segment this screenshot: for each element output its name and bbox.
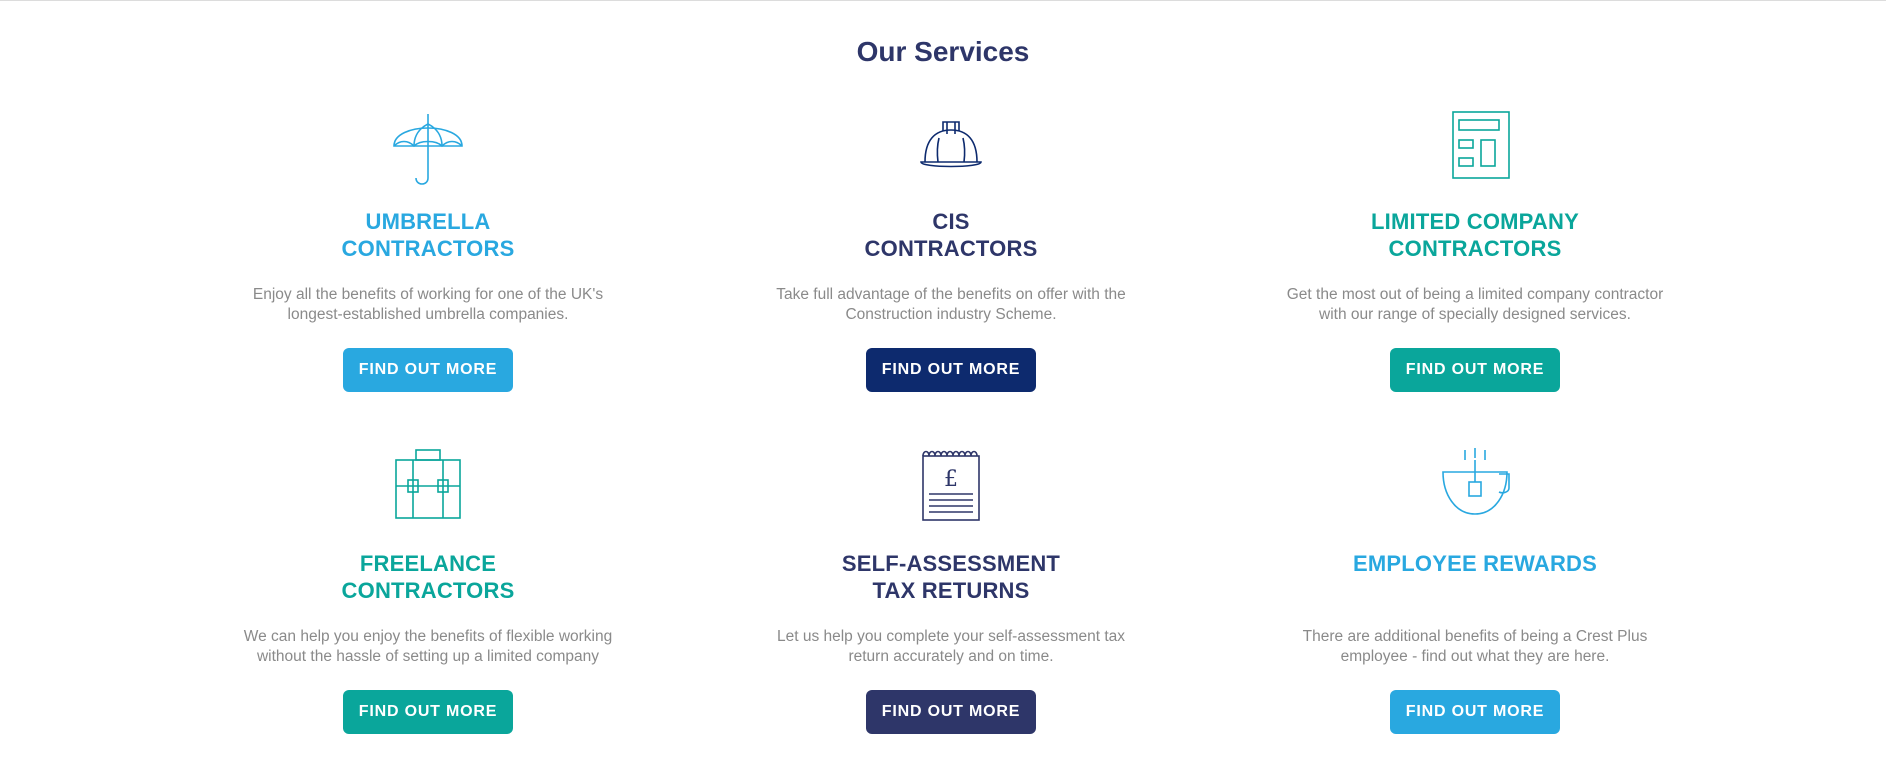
service-heading-line2: CONTRACTORS [864, 236, 1038, 261]
service-desc-line1: Get the most out of being a limited comp… [1286, 286, 1664, 303]
svg-text:£: £ [944, 467, 958, 492]
find-out-more-button[interactable]: FIND OUT MORE [1390, 690, 1560, 734]
service-heading-line1: UMBRELLA [365, 209, 491, 234]
service-heading-line1: CIS [932, 209, 970, 234]
service-heading-line1: SELF-ASSESSMENT [841, 551, 1061, 576]
hard-hat-icon [920, 121, 982, 168]
service-desc-line1: We can help you enjoy the benefits of fl… [243, 628, 613, 645]
service-card-freelance: FREELANCE CONTRACTORS We can help you en… [218, 446, 638, 734]
service-card-cis: CIS CONTRACTORS Take full advantage of t… [741, 104, 1161, 392]
service-card-employee-rewards: EMPLOYEE REWARDS There are additional be… [1265, 446, 1685, 734]
service-heading-line2: CONTRACTORS [341, 578, 515, 603]
service-heading-line2: CONTRACTORS [1388, 236, 1562, 261]
service-heading-line1: EMPLOYEE REWARDS [1352, 551, 1597, 576]
service-heading-line1: FREELANCE [359, 551, 497, 576]
service-desc-line2: return accurately and on time. [848, 648, 1054, 665]
service-desc-line2: longest-established umbrella companies. [287, 306, 569, 323]
service-desc-line1: Take full advantage of the benefits on o… [776, 286, 1126, 303]
service-heading-line2: TAX RETURNS [872, 578, 1030, 603]
service-desc-line1: Let us help you complete your self-asses… [776, 628, 1126, 645]
service-heading-line2: CONTRACTORS [341, 236, 515, 261]
briefcase-icon [395, 449, 461, 519]
tax-receipt-icon: £ [922, 450, 980, 521]
find-out-more-button[interactable]: FIND OUT MORE [1390, 348, 1560, 392]
service-desc-line1: There are additional benefits of being a… [1302, 628, 1648, 645]
find-out-more-button[interactable]: FIND OUT MORE [343, 690, 513, 734]
find-out-more-button[interactable]: FIND OUT MORE [866, 690, 1036, 734]
service-card-self-assessment: £ SELF-ASSESSMENT TAX RETURNS Let us hel… [741, 446, 1161, 734]
service-card-limited-company: LIMITED COMPANY CONTRACTORS Get the most… [1265, 104, 1685, 392]
umbrella-icon [393, 114, 463, 185]
service-card-umbrella: UMBRELLA CONTRACTORS Enjoy all the benef… [218, 104, 638, 392]
section-title: Our Services [856, 36, 1030, 67]
service-desc-line2: without the hassle of setting up a limit… [256, 648, 600, 665]
find-out-more-button[interactable]: FIND OUT MORE [343, 348, 513, 392]
tea-cup-icon [1442, 448, 1510, 515]
service-desc-line1: Enjoy all the benefits of working for on… [252, 286, 604, 303]
find-out-more-button[interactable]: FIND OUT MORE [866, 348, 1036, 392]
calculator-icon [1452, 111, 1510, 179]
top-divider [0, 0, 1886, 1]
service-heading-line1: LIMITED COMPANY [1371, 209, 1579, 234]
service-desc-line2: with our range of specially designed ser… [1319, 306, 1631, 323]
service-desc-line2: Construction industry Scheme. [845, 306, 1057, 323]
service-desc-line2: employee - find out what they are here. [1340, 648, 1610, 665]
